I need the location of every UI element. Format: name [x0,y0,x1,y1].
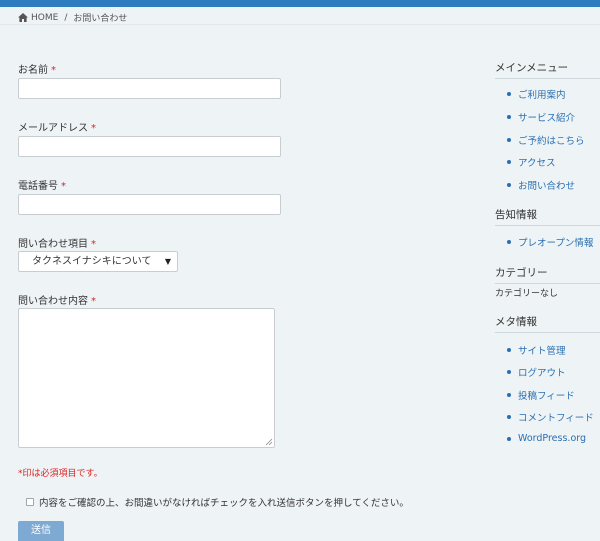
sidebar-item-access[interactable]: アクセス [507,155,556,169]
bullet-icon [507,138,511,142]
meta-title: メタ情報 [495,316,537,328]
name-label: お名前 * [18,65,56,76]
required-mark: * [61,181,66,192]
home-icon [18,13,28,22]
main-menu-title: メインメニュー [495,62,569,74]
sidebar-item-reservation[interactable]: ご予約はこちら [507,133,585,147]
confirm-row: 内容をご確認の上、お間違いがなければチェックを入れ送信ボタンを押してください。 [26,495,409,509]
sidebar-item-contact[interactable]: お問い合わせ [507,178,575,192]
required-mark: * [51,65,56,76]
categories-empty: カテゴリーなし [495,289,559,299]
notices-title: 告知情報 [495,209,537,221]
top-accent-bar [0,0,600,7]
bullet-icon [507,436,511,441]
content-textarea[interactable] [18,308,275,448]
bullet-icon [507,115,511,119]
caret-down-icon: ▼ [164,257,171,266]
sidebar-item-wordpress[interactable]: WordPress.org [507,433,586,444]
sidebar-item-posts-feed[interactable]: 投稿フィード [507,388,575,402]
subject-label: 問い合わせ項目 * [18,239,96,250]
subject-selected-value: タクネスイナシキについて [32,256,152,267]
phone-input[interactable] [18,194,281,215]
categories-title: カテゴリー [495,267,548,279]
bullet-icon [507,348,511,352]
sidebar-item-site-admin[interactable]: サイト管理 [507,343,566,357]
bullet-icon [507,183,511,187]
resize-grip-icon[interactable] [265,438,273,446]
sidebar-item-logout[interactable]: ログアウト [507,365,566,379]
submit-button[interactable]: 送信 [18,521,64,541]
header-divider [0,24,600,25]
widget-divider [495,332,600,333]
email-input[interactable] [18,136,281,157]
widget-divider [495,283,600,284]
bullet-icon [507,415,511,419]
breadcrumb-separator: / [64,12,68,23]
widget-divider [495,78,600,79]
required-mark: * [91,296,96,307]
subject-select[interactable]: タクネスイナシキについて ▼ [18,251,178,272]
bullet-icon [507,160,511,164]
widget-divider [495,225,600,226]
confirm-checkbox[interactable] [26,498,34,506]
bullet-icon [507,240,511,244]
breadcrumb: HOME / お問い合わせ [18,11,127,24]
required-note: *印は必須項目です。 [18,469,103,479]
sidebar-item-services[interactable]: サービス紹介 [507,110,575,124]
content-label: 問い合わせ内容 * [18,296,96,307]
confirm-text: 内容をご確認の上、お間違いがなければチェックを入れ送信ボタンを押してください。 [39,498,409,509]
phone-label: 電話番号 * [18,181,66,192]
sidebar-item-comments-feed[interactable]: コメントフィード [507,410,594,424]
sidebar-item-preopen[interactable]: プレオープン情報 [507,235,593,249]
breadcrumb-home-link[interactable]: HOME [31,13,58,23]
bullet-icon [507,393,511,397]
breadcrumb-current: お問い合わせ [73,14,128,24]
bullet-icon [507,370,511,374]
required-mark: * [91,239,96,250]
bullet-icon [507,92,511,96]
required-mark: * [91,123,96,134]
name-input[interactable] [18,78,281,99]
email-label: メールアドレス * [18,123,96,134]
sidebar-item-guide[interactable]: ご利用案内 [507,87,566,101]
